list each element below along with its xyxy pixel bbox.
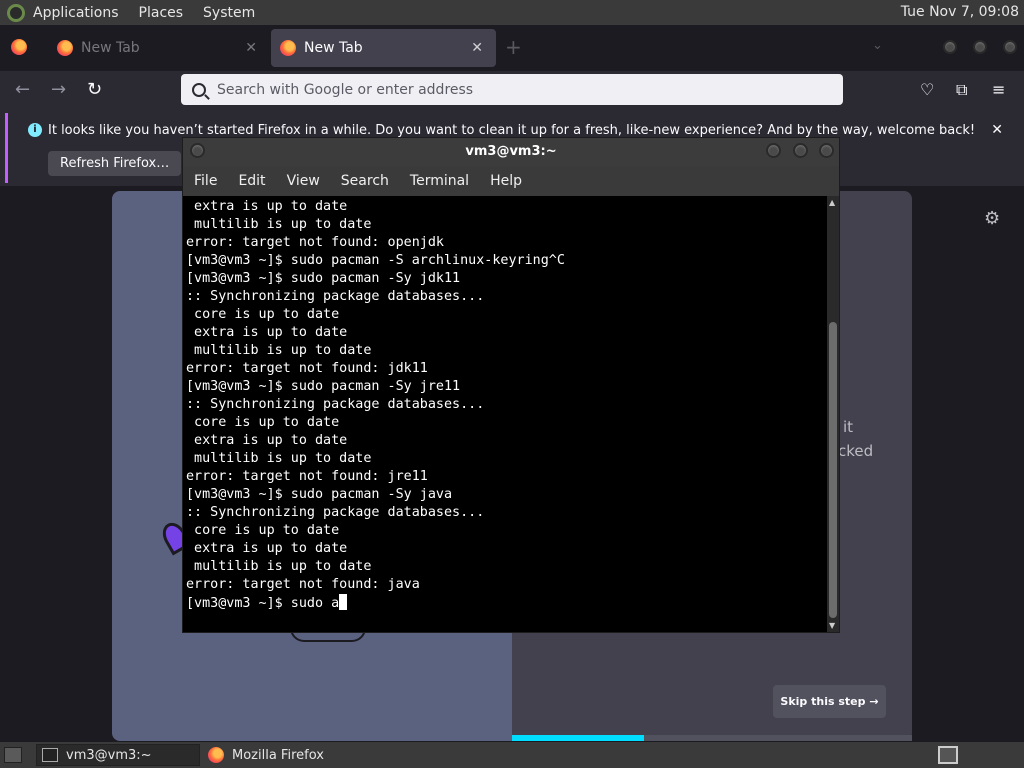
taskbar-item-terminal[interactable]: vm3@vm3:~ (36, 744, 200, 766)
terminal-icon (42, 748, 58, 762)
minimize-window-button[interactable] (943, 40, 957, 54)
show-desktop-icon[interactable] (4, 747, 22, 763)
page-text-fragment: it (843, 418, 854, 436)
list-all-tabs-icon[interactable]: ⌄ (872, 38, 883, 53)
scroll-down-icon[interactable]: ▼ (829, 621, 835, 630)
terminal-titlebar[interactable]: vm3@vm3:~ (183, 138, 839, 166)
search-icon (192, 82, 206, 97)
terminal-line: [vm3@vm3 ~]$ sudo pacman -Sy jre11 (186, 379, 461, 394)
terminal-line: multilib is up to date (186, 217, 372, 232)
close-window-button[interactable] (1003, 40, 1017, 54)
maximize-window-button[interactable] (973, 40, 987, 54)
terminal-line: error: target not found: jre11 (186, 469, 428, 484)
terminal-window: vm3@vm3:~ File Edit View Search Terminal… (182, 137, 840, 633)
places-menu[interactable]: Places (139, 5, 184, 21)
terminal-line: error: target not found: openjdk (186, 235, 444, 250)
terminal-line: core is up to date (186, 415, 340, 430)
text-cursor (339, 594, 348, 610)
taskbar-label: vm3@vm3:~ (66, 747, 152, 763)
minimize-button[interactable] (766, 143, 781, 158)
tab-label: New Tab (81, 40, 140, 56)
firefox-favicon-icon (280, 40, 296, 56)
terminal-line: :: Synchronizing package databases... (186, 397, 485, 412)
menu-help[interactable]: Help (490, 173, 522, 189)
new-tab-button[interactable]: + (505, 35, 522, 59)
pocket-icon[interactable]: ♡ (920, 80, 934, 99)
menu-view[interactable]: View (287, 173, 320, 189)
terminal-screen[interactable]: extra is up to date multilib is up to da… (183, 196, 827, 632)
terminal-line: [vm3@vm3 ~]$ sudo pacman -Sy jdk11 (186, 271, 461, 286)
notification-message: It looks like you haven’t started Firefo… (48, 123, 976, 138)
back-icon[interactable]: ← (15, 79, 30, 100)
terminal-line: core is up to date (186, 307, 340, 322)
page-text-fragment: cked (838, 442, 874, 460)
tab-new-tab-2[interactable]: New Tab ✕ (271, 29, 496, 67)
settings-icon[interactable]: ⚙ (984, 208, 1000, 229)
url-bar[interactable]: Search with Google or enter address (181, 74, 843, 105)
tab-close-icon[interactable]: ✕ (471, 40, 483, 56)
terminal-line: extra is up to date (186, 199, 348, 214)
taskbar-item-firefox[interactable]: Mozilla Firefox (203, 744, 403, 766)
menu-edit[interactable]: Edit (238, 173, 265, 189)
refresh-firefox-button[interactable]: Refresh Firefox… (48, 151, 182, 176)
terminal-line: extra is up to date (186, 541, 348, 556)
terminal-line: core is up to date (186, 523, 340, 538)
maximize-button[interactable] (793, 143, 808, 158)
terminal-line: [vm3@vm3 ~]$ sudo pacman -Sy java (186, 487, 453, 502)
onboarding-progress-fill (512, 735, 644, 741)
firefox-view-icon[interactable] (11, 39, 27, 55)
system-menu[interactable]: System (203, 5, 255, 21)
scrollbar-thumb[interactable] (829, 322, 837, 618)
terminal-line: multilib is up to date (186, 559, 372, 574)
forward-icon[interactable]: → (51, 79, 66, 100)
distro-logo-icon[interactable] (7, 3, 25, 22)
terminal-line: extra is up to date (186, 325, 348, 340)
terminal-prompt-line[interactable]: [vm3@vm3 ~]$ sudo a (186, 594, 565, 613)
terminal-line: [vm3@vm3 ~]$ sudo pacman -S archlinux-ke… (186, 253, 565, 268)
terminal-title: vm3@vm3:~ (465, 144, 557, 159)
menu-search[interactable]: Search (341, 173, 389, 189)
terminal-menubar: File Edit View Search Terminal Help (183, 166, 839, 196)
terminal-line: :: Synchronizing package databases... (186, 289, 485, 304)
workspace-switcher[interactable] (938, 746, 958, 764)
reload-icon[interactable]: ↻ (87, 79, 102, 100)
terminal-line: error: target not found: java (186, 577, 420, 592)
tab-close-icon[interactable]: ✕ (245, 40, 257, 56)
extensions-icon[interactable]: ⧉ (956, 80, 967, 100)
terminal-scrollbar[interactable]: ▲ ▼ (827, 196, 839, 632)
terminal-line: multilib is up to date (186, 451, 372, 466)
terminal-output: extra is up to date multilib is up to da… (186, 198, 565, 613)
navigation-toolbar: ← → ↻ Search with Google or enter addres… (0, 71, 1024, 110)
close-button[interactable] (819, 143, 834, 158)
taskbar-label: Mozilla Firefox (232, 747, 324, 763)
terminal-line: multilib is up to date (186, 343, 372, 358)
firefox-favicon-icon (57, 40, 73, 56)
menu-file[interactable]: File (194, 173, 217, 189)
clock[interactable]: Tue Nov 7, 09:08 (901, 4, 1019, 20)
tab-new-tab-1[interactable]: New Tab ✕ (48, 29, 270, 67)
menu-icon[interactable]: ≡ (992, 80, 1005, 99)
info-icon: i (28, 123, 42, 137)
notification-close-icon[interactable]: ✕ (991, 122, 1003, 138)
url-bar-placeholder[interactable]: Search with Google or enter address (217, 82, 473, 98)
top-panel: Applications Places System Tue Nov 7, 09… (0, 0, 1024, 25)
terminal-line: extra is up to date (186, 433, 348, 448)
applications-menu[interactable]: Applications (33, 5, 119, 21)
terminal-line: :: Synchronizing package databases... (186, 505, 485, 520)
tab-label: New Tab (304, 40, 363, 56)
skip-this-step-button[interactable]: Skip this step → (773, 685, 886, 718)
bottom-panel: vm3@vm3:~ Mozilla Firefox (0, 742, 1024, 768)
firefox-icon (208, 747, 224, 763)
menu-terminal[interactable]: Terminal (410, 173, 469, 189)
scroll-up-icon[interactable]: ▲ (829, 198, 835, 207)
terminal-line: error: target not found: jdk11 (186, 361, 428, 376)
onboarding-progress (512, 735, 912, 741)
